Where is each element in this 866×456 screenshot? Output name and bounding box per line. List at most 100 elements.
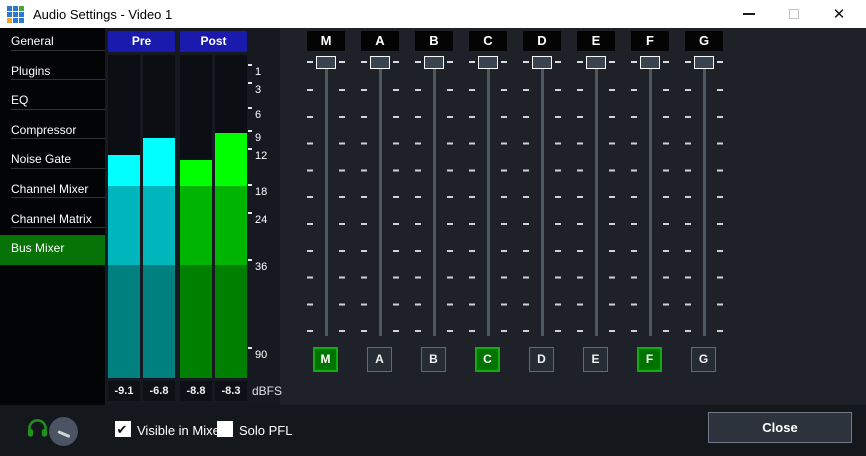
fader-handle-c[interactable] [478,56,498,69]
sidebar-item-eq[interactable]: EQ [0,87,105,117]
close-window-button[interactable]: ✕ [824,0,854,28]
pre-left-readout: -9.1 [108,381,140,401]
window-title: Audio Settings - Video 1 [33,7,172,22]
bus-button-a[interactable]: A [367,347,392,372]
solo-pfl-checkbox[interactable] [217,421,233,437]
fader-handle-g[interactable] [694,56,714,69]
fader-handle-m[interactable] [316,56,336,69]
scale-label: 36 [255,261,267,273]
sidebar: General Plugins EQ Compressor Noise Gate… [0,28,105,405]
window-controls: ✕ [719,0,866,28]
fader-tick [469,61,475,63]
visible-in-mixer-checkbox[interactable] [115,421,131,437]
fader-track-g[interactable] [703,63,706,336]
sidebar-item-compressor[interactable]: Compressor [0,117,105,147]
bus-button-g[interactable]: G [691,347,716,372]
bus-button-c[interactable]: C [475,347,500,372]
fader-tick [339,61,345,63]
bus-button-e[interactable]: E [583,347,608,372]
fader-tick [685,61,691,63]
fader-ticks [609,89,615,334]
fader-tick [415,61,421,63]
fader-column-a: A A [353,28,407,405]
bus-button-f[interactable]: F [637,347,662,372]
fader-track-c[interactable] [487,63,490,336]
pre-meter-left-bar [108,155,140,378]
fader-track-a[interactable] [379,63,382,336]
scale-tick [248,259,252,261]
bus-header-g: G [685,31,723,51]
post-right-readout: -8.3 [215,381,247,401]
fader-tick [393,61,399,63]
fader-tick [555,61,561,63]
sidebar-item-label: EQ [11,93,28,107]
sidebar-item-plugins[interactable]: Plugins [0,58,105,88]
visible-in-mixer-label[interactable]: Visible in Mixer [137,423,224,438]
fader-ticks [523,89,529,334]
fader-ticks [339,89,345,334]
audio-settings-window: Audio Settings - Video 1 ✕ General Plugi… [0,0,866,456]
dbfs-unit-label: dBFS [252,384,282,398]
sidebar-item-label: Channel Matrix [11,212,92,226]
fader-track-m[interactable] [325,63,328,336]
scale-label: 9 [255,132,261,144]
scale-label: 1 [255,66,261,78]
fader-handle-f[interactable] [640,56,660,69]
fader-ticks [685,89,691,334]
titlebar: Audio Settings - Video 1 ✕ [0,0,866,28]
scale-tick [248,347,252,349]
fader-ticks [469,89,475,334]
bus-button-m[interactable]: M [313,347,338,372]
fader-ticks [447,89,453,334]
meter-panel: Pre Post -9.1 -6.8 -8.8 -8.3 1 3 6 9 12 [105,28,280,405]
fader-track-f[interactable] [649,63,652,336]
fader-track-e[interactable] [595,63,598,336]
scale-tick [248,148,252,150]
fader-column-m: M M [299,28,353,405]
fader-tick [631,61,637,63]
sidebar-item-noise-gate[interactable]: Noise Gate [0,146,105,176]
sidebar-item-label: Noise Gate [11,152,71,166]
scale-tick [248,82,252,84]
fader-handle-e[interactable] [586,56,606,69]
scale-label: 90 [255,349,267,361]
fader-track-d[interactable] [541,63,544,336]
maximize-button [779,0,809,28]
sidebar-item-bus-mixer[interactable]: Bus Mixer [0,235,105,265]
bus-button-d[interactable]: D [529,347,554,372]
headphone-volume-knob[interactable] [49,417,78,446]
sidebar-item-channel-matrix[interactable]: Channel Matrix [0,206,105,236]
fader-ticks [717,89,723,334]
fader-track-b[interactable] [433,63,436,336]
fader-tick [523,61,529,63]
minimize-button[interactable] [734,0,764,28]
pre-meter-right-well [143,55,175,378]
fader-tick [447,61,453,63]
bus-button-b[interactable]: B [421,347,446,372]
fader-handle-b[interactable] [424,56,444,69]
fader-handle-d[interactable] [532,56,552,69]
fader-tick [609,61,615,63]
post-left-readout: -8.8 [180,381,212,401]
scale-label: 12 [255,150,267,162]
bus-header-b: B [415,31,453,51]
fader-tick [307,61,313,63]
fader-column-d: D D [515,28,569,405]
fader-handle-a[interactable] [370,56,390,69]
fader-ticks [663,89,669,334]
maximize-icon [789,9,799,19]
fader-column-c: C C [461,28,515,405]
fader-tick [717,61,723,63]
sidebar-item-label: Plugins [11,64,50,78]
solo-pfl-label[interactable]: Solo PFL [239,423,292,438]
post-meter-left-bar [180,160,212,378]
fader-tick [663,61,669,63]
dialog-body: General Plugins EQ Compressor Noise Gate… [0,28,866,456]
sidebar-item-general[interactable]: General [0,28,105,58]
close-button[interactable]: Close [708,412,852,443]
scale-label: 6 [255,109,261,121]
fader-area: M M A A B B [290,28,866,405]
bus-header-c: C [469,31,507,51]
fader-ticks [393,89,399,334]
sidebar-item-channel-mixer[interactable]: Channel Mixer [0,176,105,206]
